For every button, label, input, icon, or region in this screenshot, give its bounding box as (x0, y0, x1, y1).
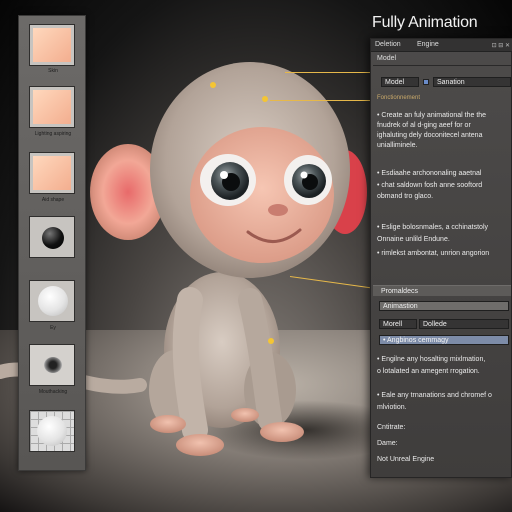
model-row-right[interactable]: Dollede (419, 319, 509, 329)
description-line: Onnaine unlild Endune. (377, 236, 450, 243)
sanation-field[interactable]: Sanation (433, 77, 511, 87)
callout-line (285, 72, 371, 73)
model-field[interactable]: Model (381, 77, 419, 87)
description-line: • Create an fuly animational the the (377, 112, 487, 119)
material-swatch-skin[interactable] (29, 86, 75, 128)
material-swatch-skin[interactable] (29, 24, 75, 66)
description-line: • Esdiaahe archononaling aaetnal (377, 170, 482, 177)
panel-window-icons[interactable]: ⊡ ⊟ ✕ (492, 42, 510, 49)
description-line: ighaluting dely doconitecel antena (377, 132, 483, 139)
material-strip: Skin Lighting aspiring Aid shape Ey Mout… (18, 15, 86, 471)
description-line: obmand tro glaco. (377, 193, 434, 200)
callout-dot (262, 96, 268, 102)
description-line: • chat saldown fosh anne sooftord (377, 182, 483, 189)
description-line: fnudrek of al d-ging aeef for or (377, 122, 471, 129)
model-row-left[interactable]: Morell (379, 319, 417, 329)
divider (373, 65, 511, 66)
detail-line: • Engilne any hosalting mixlmation, (377, 356, 486, 363)
swatch-caption: Lighting aspiring (34, 131, 72, 137)
callout-line (270, 100, 370, 101)
highlight-row[interactable]: • Angbinos cemmagy (379, 335, 509, 345)
material-swatch-grid-ball[interactable] (29, 410, 75, 452)
swatch-caption: Skin (48, 68, 58, 74)
callout-dot (268, 338, 274, 344)
section-label: Fonctionnement (377, 95, 421, 101)
swatch-caption: Ey (50, 325, 56, 331)
detail-line: o lotalated an amegent rrogation. (377, 368, 480, 375)
swatch-caption: Mouthacking (38, 389, 68, 395)
material-swatch-skin[interactable] (29, 152, 75, 194)
material-swatch-black-ball[interactable] (29, 216, 75, 258)
detail-line: mlviotion. (377, 404, 407, 411)
description-line: • Eslige bolosnmales, a cchinatstoly (377, 224, 489, 231)
page-title: Fully Animation (372, 14, 478, 31)
description-line: unialliminele. (377, 142, 418, 149)
tab-engine[interactable]: Engine (417, 41, 439, 48)
animation-row[interactable]: Animastion (379, 301, 509, 311)
tab-deletion[interactable]: Deletion (375, 41, 401, 48)
section-promaldecs[interactable]: Promaldecs (373, 285, 511, 296)
panel-tabbar: Deletion Engine ⊡ ⊟ ✕ (371, 39, 512, 52)
material-swatch-white-ball[interactable] (29, 280, 75, 322)
material-swatch-eye[interactable] (29, 344, 75, 386)
description-line: • rimlekst ambontat, unrion angorion (377, 250, 490, 257)
detail-line: • Eale any trnanations and chromef o (377, 392, 492, 399)
sanation-checkbox[interactable] (423, 79, 429, 85)
detail-line: Dame: (377, 440, 398, 447)
detail-line: Cntitrate: (377, 424, 406, 431)
detail-line: Not Unreal Engine (377, 456, 435, 463)
model-label: Model (377, 55, 397, 62)
swatch-caption: Aid shape (41, 197, 65, 203)
properties-panel: Deletion Engine ⊡ ⊟ ✕ Model Model Sanati… (370, 38, 512, 478)
callout-dot (210, 82, 216, 88)
